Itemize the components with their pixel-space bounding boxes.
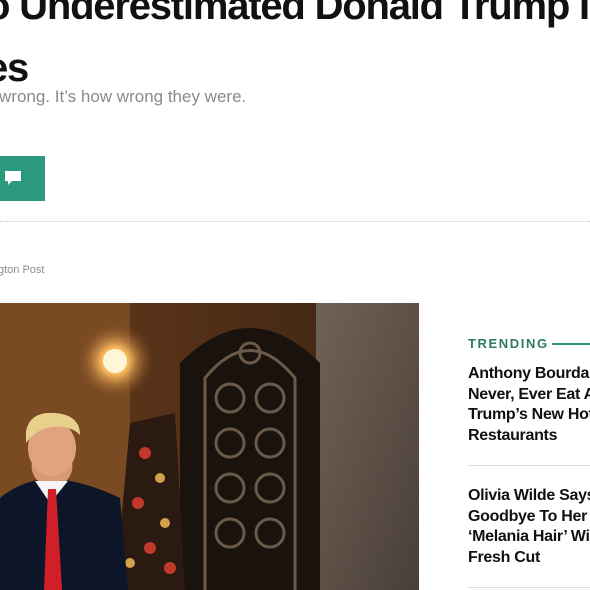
trending-item-title-line: Never, Ever Eat A bbox=[468, 385, 590, 403]
trending-rule bbox=[552, 343, 590, 345]
trending-item-title-line: Anthony Bourdai bbox=[468, 365, 590, 382]
trending-item-title-line: Fresh Cut bbox=[468, 548, 540, 566]
article-headline: o Underestimated Donald Trump In M es bbox=[0, 0, 590, 90]
headline-line-1: o Underestimated Donald Trump In M bbox=[0, 0, 590, 28]
trending-item-title-line: Olivia Wilde Says bbox=[468, 487, 590, 504]
trending-label: TRENDING bbox=[468, 336, 549, 351]
trending-item-title-line: Trump’s New Hot bbox=[468, 406, 590, 423]
article-page: o Underestimated Donald Trump In M es wr… bbox=[0, 0, 590, 590]
trending-divider bbox=[468, 587, 590, 588]
trending-item-title-line: ‘Melania Hair’ Wi bbox=[468, 528, 590, 545]
article-hero-image[interactable] bbox=[0, 303, 419, 590]
photo-credit: gton Post bbox=[0, 264, 45, 276]
trending-sidebar: TRENDING Anthony Bourdai Never, Ever Eat… bbox=[468, 330, 590, 588]
hero-photo-illustration bbox=[0, 303, 419, 590]
article-subhead: wrong. It’s how wrong they were. bbox=[0, 87, 247, 106]
trending-divider bbox=[468, 465, 590, 466]
trending-item-title-line: Restaurants bbox=[468, 426, 558, 444]
headline-line-2: es bbox=[0, 46, 29, 90]
trending-item-title-line: Goodbye To Her bbox=[468, 507, 588, 525]
trending-item[interactable]: Olivia Wilde Says Goodbye To Her ‘Melani… bbox=[468, 486, 590, 568]
comment-button[interactable] bbox=[0, 156, 45, 201]
section-divider bbox=[0, 221, 590, 222]
trending-item[interactable]: Anthony Bourdai Never, Ever Eat A Trump’… bbox=[468, 364, 590, 446]
comment-icon bbox=[3, 169, 23, 187]
trending-header: TRENDING bbox=[468, 330, 590, 356]
